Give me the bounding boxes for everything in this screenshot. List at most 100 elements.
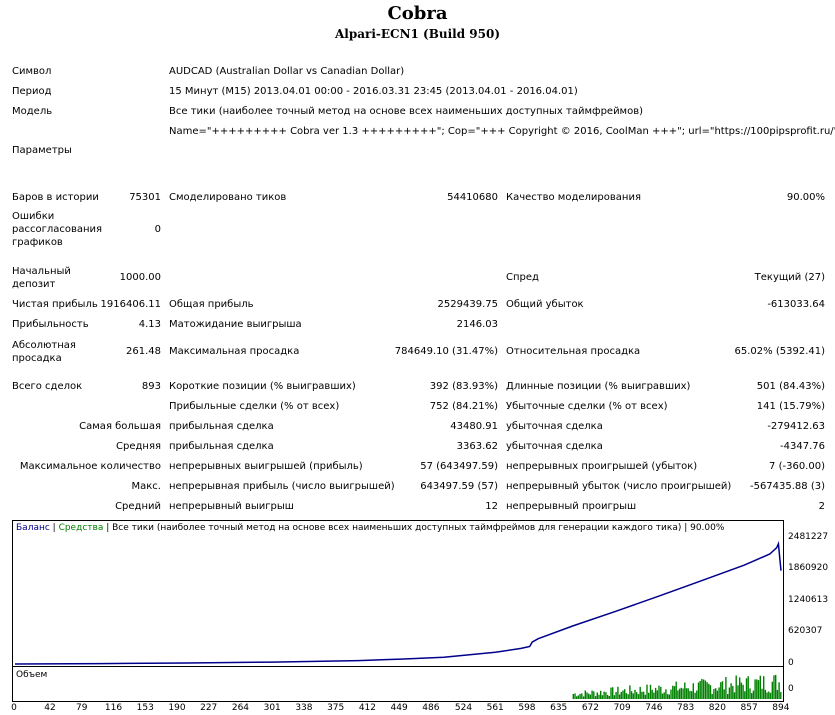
- x-tick: 375: [327, 703, 345, 713]
- expected-payoff-label: Матожидание выигрыша: [169, 319, 302, 330]
- x-tick: 264: [231, 703, 250, 713]
- net-profit-label: Чистая прибыль: [12, 299, 98, 310]
- volume-bar: [598, 694, 600, 699]
- x-tick: 412: [358, 703, 376, 713]
- volume-bar: [658, 685, 660, 699]
- period-value: 15 Минут (M15) 2013.04.01 00:00 - 2016.0…: [169, 86, 578, 97]
- max-drawdown-label: Максимальная просадка: [169, 346, 300, 357]
- max-consec-losses-value: 7 (-360.00): [769, 461, 825, 472]
- max-consec-loss-label: непрерывный убыток (число проигрышей): [506, 481, 732, 492]
- volume-bar: [675, 681, 677, 699]
- volume-bar: [690, 691, 693, 699]
- x-tick: 338: [295, 703, 313, 713]
- volume-bar: [702, 679, 705, 699]
- period-label: Период: [12, 86, 52, 97]
- volume-bar: [704, 680, 707, 699]
- volume-bar: [672, 685, 674, 699]
- errors-label: Ошибки рассогласования графиков: [12, 211, 103, 248]
- long-positions-label: Длинные позиции (% выигравших): [506, 381, 691, 392]
- gross-loss-label: Общий убыток: [506, 299, 584, 310]
- volume-bar: [678, 688, 681, 699]
- profit-trades-value: 752 (84.21%): [429, 401, 498, 412]
- volume-bar: [612, 687, 614, 699]
- volume-bar: [757, 680, 760, 699]
- volume-bar: [771, 681, 773, 699]
- max-drawdown-value: 784649.10 (31.47%): [394, 346, 498, 357]
- x-tick: 449: [390, 703, 408, 713]
- balance-line: [14, 540, 782, 665]
- profit-factor-label: Прибыльность: [12, 319, 89, 330]
- avg-consec-losses-value: 2: [818, 501, 825, 512]
- avg-consec-losses-label: непрерывный проигрыш: [506, 501, 637, 512]
- volume-bar: [600, 690, 602, 699]
- volume-bar: [745, 678, 748, 699]
- volume-bar: [696, 690, 698, 699]
- symbol-value: AUDCAD (Australian Dollar vs Canadian Do…: [169, 66, 405, 77]
- max-consec-losses-label: непрерывных проигрышей (убыток): [506, 461, 698, 472]
- volume-bar: [641, 691, 643, 699]
- volume-bar: [634, 689, 636, 699]
- max-consec-loss-value: -567435.88 (3): [749, 481, 825, 492]
- max-consec-wins-label: непрерывных выигрышей (прибыль): [169, 461, 363, 472]
- balance-chart-panel: Баланс | Средства | Все тики (наиболее т…: [12, 520, 784, 667]
- gross-profit-value: 2529439.75: [437, 299, 498, 310]
- volume-bar: [780, 691, 782, 699]
- volume-bar: [725, 677, 727, 699]
- volume-bar: [778, 682, 780, 699]
- y-tick-1: 2481227: [788, 532, 829, 542]
- volume-bar: [586, 692, 588, 699]
- x-tick: 561: [486, 703, 504, 713]
- total-trades-value: 893: [141, 381, 161, 392]
- ticks-value: 54410680: [447, 192, 498, 203]
- volume-bar: [685, 688, 688, 699]
- average-label: Средняя: [116, 441, 161, 452]
- gross-profit-label: Общая прибыль: [169, 299, 254, 310]
- rel-drawdown-label: Относительная просадка: [506, 346, 641, 357]
- ticks-label: Смоделировано тиков: [169, 192, 287, 203]
- expected-payoff-value: 2146.03: [456, 319, 498, 330]
- report-subtitle: Alpari-ECN1 (Build 950): [334, 27, 501, 41]
- quality-label: Качество моделирования: [506, 192, 641, 203]
- volume-bar: [617, 686, 619, 699]
- volume-bar: [625, 693, 628, 699]
- largest-loss-label: убыточная сделка: [506, 421, 603, 432]
- volume-bar: [594, 696, 597, 699]
- volume-bar: [723, 689, 725, 699]
- volume-bar: [668, 694, 670, 699]
- volume-bar: [582, 696, 585, 699]
- volume-bar: [574, 693, 576, 699]
- x-tick: 116: [104, 703, 123, 713]
- y-tick-3: 1240613: [788, 595, 829, 605]
- abs-drawdown-label: Абсолютная просадка: [12, 340, 76, 364]
- volume-bar: [759, 675, 761, 699]
- volume-bar: [637, 694, 640, 699]
- volume-bar: [763, 676, 765, 699]
- volume-bar: [620, 692, 622, 699]
- volume-bar: [673, 686, 676, 699]
- avg-consec-label: Средний: [115, 501, 161, 512]
- spread-label: Спред: [506, 272, 539, 283]
- volume-bar: [589, 694, 592, 699]
- volume-bar: [660, 686, 662, 699]
- y-tick-2: 1860920: [788, 563, 829, 573]
- average-loss-value: -4347.76: [780, 441, 825, 452]
- x-tick: 301: [263, 703, 281, 713]
- volume-bar: [656, 690, 658, 699]
- x-tick: 672: [581, 703, 600, 713]
- x-tick: 857: [740, 703, 758, 713]
- max-consec-wins-value: 57 (643497.59): [420, 461, 498, 472]
- params-value: Name="+++++++++ Cobra ver 1.3 +++++++++"…: [169, 126, 835, 137]
- profit-trades-label: Прибыльные сделки (% от всех): [169, 401, 340, 412]
- volume-bar: [752, 690, 755, 699]
- x-tick: 598: [518, 703, 536, 713]
- volume-bar: [709, 685, 712, 699]
- volume-bar: [663, 692, 665, 699]
- volume-bar: [747, 676, 749, 699]
- short-positions-label: Короткие позиции (% выигравших): [169, 381, 356, 392]
- symbol-label: Символ: [12, 66, 52, 77]
- spread-value: Текущий (27): [754, 272, 825, 283]
- volume-bar: [622, 690, 624, 699]
- volume-bar: [718, 687, 720, 699]
- volume-bar: [756, 679, 758, 699]
- volume-bar: [769, 692, 772, 699]
